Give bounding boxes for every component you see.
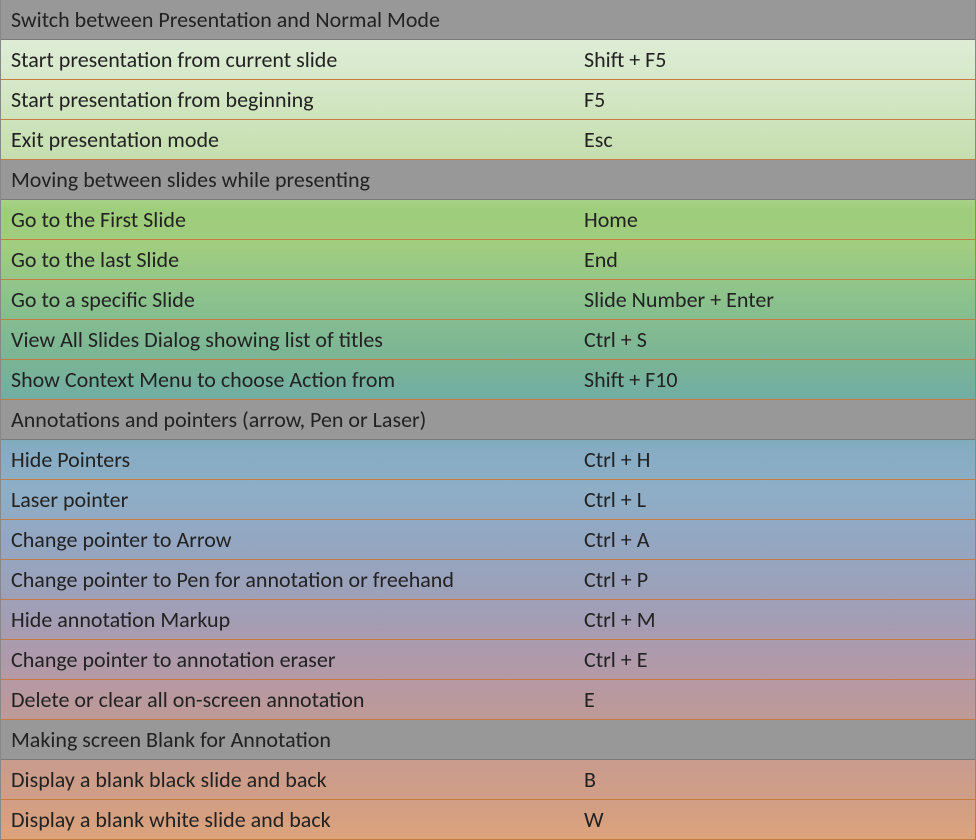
shortcut-row: Show Context Menu to choose Action fromS… (1, 360, 975, 400)
section-heading: Annotations and pointers (arrow, Pen or … (1, 406, 975, 433)
section-heading: Moving between slides while presenting (1, 166, 975, 193)
shortcut-row: Go to a specific SlideSlide Number + Ent… (1, 280, 975, 320)
shortcut-row: Exit presentation modeEsc (1, 120, 975, 160)
action-cell: Laser pointer (1, 486, 576, 513)
shortcut-row: Laser pointerCtrl + L (1, 480, 975, 520)
action-cell: Change pointer to annotation eraser (1, 646, 576, 673)
action-cell: View All Slides Dialog showing list of t… (1, 326, 576, 353)
shortcut-cell: Home (576, 206, 975, 233)
shortcut-row: Display a blank white slide and backW (1, 800, 975, 840)
shortcut-cell: E (576, 686, 975, 713)
shortcut-cell: Ctrl + L (576, 486, 975, 513)
action-cell: Hide annotation Markup (1, 606, 576, 633)
shortcut-row: Go to the last SlideEnd (1, 240, 975, 280)
shortcut-cell: Ctrl + E (576, 646, 975, 673)
shortcut-row: Go to the First SlideHome (1, 200, 975, 240)
section-heading: Making screen Blank for Annotation (1, 726, 975, 753)
shortcut-row: Start presentation from current slideShi… (1, 40, 975, 80)
shortcut-cell: Esc (576, 126, 975, 153)
section-header: Moving between slides while presenting (1, 160, 975, 200)
action-cell: Go to the First Slide (1, 206, 576, 233)
shortcut-cell: Ctrl + S (576, 326, 975, 353)
action-cell: Go to the last Slide (1, 246, 576, 273)
shortcut-cell: W (576, 806, 975, 833)
section-header: Making screen Blank for Annotation (1, 720, 975, 760)
shortcut-cell: Ctrl + P (576, 566, 975, 593)
action-cell: Show Context Menu to choose Action from (1, 366, 576, 393)
shortcut-row: Hide annotation MarkupCtrl + M (1, 600, 975, 640)
shortcut-cell: Shift + F10 (576, 366, 975, 393)
shortcut-cell: B (576, 766, 975, 793)
shortcut-row: Change pointer to Pen for annotation or … (1, 560, 975, 600)
section-heading: Switch between Presentation and Normal M… (1, 6, 975, 33)
shortcut-cell: Ctrl + H (576, 446, 975, 473)
shortcut-cell: Slide Number + Enter (576, 286, 975, 313)
shortcut-row: Change pointer to ArrowCtrl + A (1, 520, 975, 560)
shortcut-cell: Ctrl + M (576, 606, 975, 633)
shortcut-row: Display a blank black slide and backB (1, 760, 975, 800)
shortcut-row: View All Slides Dialog showing list of t… (1, 320, 975, 360)
shortcut-row: Hide PointersCtrl + H (1, 440, 975, 480)
shortcut-table: Switch between Presentation and Normal M… (0, 0, 976, 840)
shortcut-cell: Shift + F5 (576, 46, 975, 73)
action-cell: Hide Pointers (1, 446, 576, 473)
action-cell: Display a blank white slide and back (1, 806, 576, 833)
action-cell: Start presentation from beginning (1, 86, 576, 113)
shortcut-row: Delete or clear all on-screen annotation… (1, 680, 975, 720)
shortcut-cell: F5 (576, 86, 975, 113)
shortcut-cell: End (576, 246, 975, 273)
action-cell: Go to a specific Slide (1, 286, 576, 313)
shortcut-cell: Ctrl + A (576, 526, 975, 553)
action-cell: Delete or clear all on-screen annotation (1, 686, 576, 713)
action-cell: Display a blank black slide and back (1, 766, 576, 793)
shortcut-row: Start presentation from beginningF5 (1, 80, 975, 120)
shortcut-row: Change pointer to annotation eraserCtrl … (1, 640, 975, 680)
action-cell: Change pointer to Arrow (1, 526, 576, 553)
action-cell: Exit presentation mode (1, 126, 576, 153)
action-cell: Start presentation from current slide (1, 46, 576, 73)
section-header: Annotations and pointers (arrow, Pen or … (1, 400, 975, 440)
action-cell: Change pointer to Pen for annotation or … (1, 566, 576, 593)
section-header: Switch between Presentation and Normal M… (1, 0, 975, 40)
